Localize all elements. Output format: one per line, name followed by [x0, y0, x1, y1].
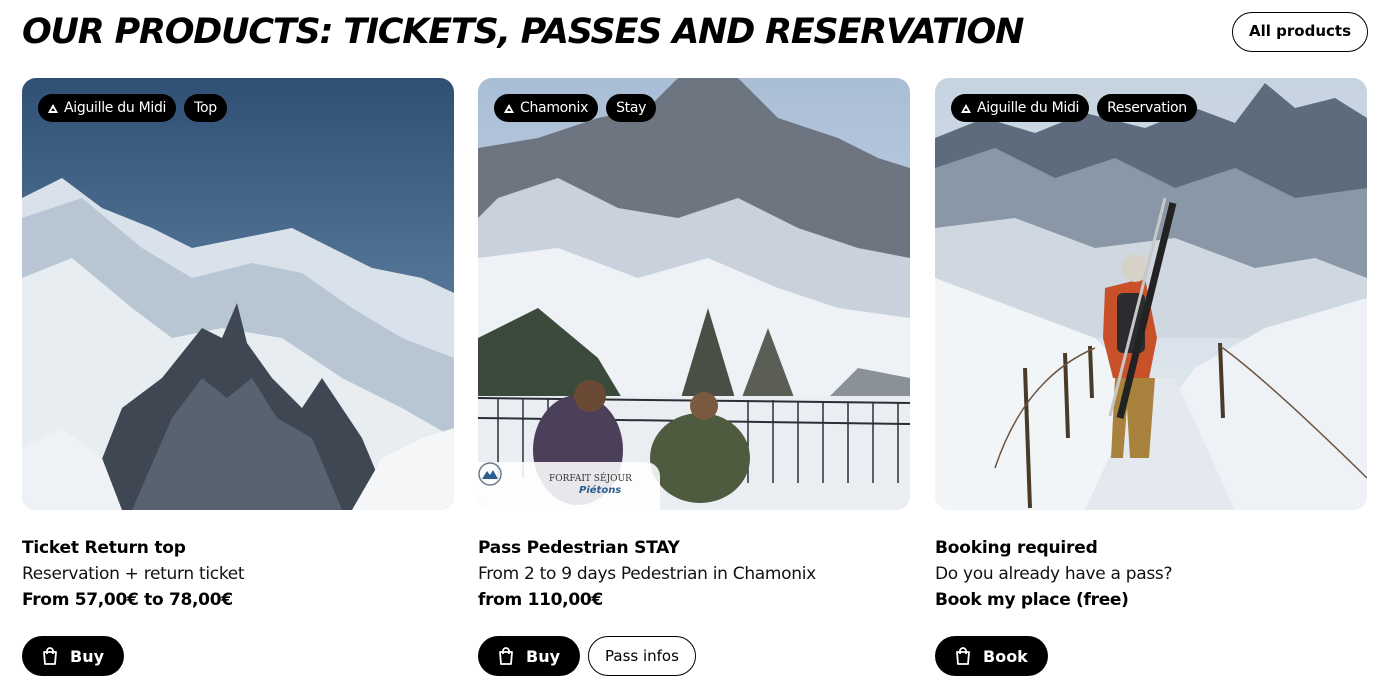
badge-line-2: Piétons — [579, 485, 622, 496]
product-description: From 2 to 9 days Pedestrian in Chamonix — [478, 564, 816, 584]
all-products-button[interactable]: All products — [1232, 12, 1368, 52]
location-tag: Aiguille du Midi — [951, 94, 1090, 122]
mountain-icon — [961, 103, 971, 113]
buy-button-label: Buy — [526, 646, 561, 666]
pass-badge-text: FORFAIT SÉJOUR Piétons — [549, 474, 632, 496]
product-title: Pass Pedestrian STAY — [478, 538, 680, 558]
page-title: OUR PRODUCTS: TICKETS, PASSES AND RESERV… — [22, 12, 1024, 52]
hikers-terrace-photo — [478, 78, 910, 510]
product-image[interactable]: Chamonix Stay FORFAIT SÉJOUR Piétons — [478, 78, 910, 510]
mountain-icon — [504, 103, 514, 113]
location-tag-label: Aiguille du Midi — [64, 100, 167, 116]
card-actions: Buy Pass infos — [478, 636, 910, 676]
product-card[interactable]: Aiguille du Midi Top Ticket Return top R… — [22, 78, 454, 676]
pass-badge: FORFAIT SÉJOUR Piétons — [478, 462, 660, 510]
location-tag: Chamonix — [494, 94, 599, 122]
product-description: Do you already have a pass? — [935, 564, 1173, 584]
card-actions: Book — [935, 636, 1367, 676]
mountain-icon — [48, 103, 58, 113]
tag-list: Chamonix Stay — [494, 94, 657, 122]
card-actions: Buy — [22, 636, 454, 676]
mountain-logo-icon — [478, 462, 502, 486]
tag-list: Aiguille du Midi Top — [38, 94, 227, 122]
product-image[interactable]: Aiguille du Midi Reservation — [935, 78, 1367, 510]
buy-button[interactable]: Buy — [22, 636, 125, 676]
product-title: Ticket Return top — [22, 538, 186, 558]
product-title: Booking required — [935, 538, 1098, 558]
product-price: From 57,00€ to 78,00€ — [22, 590, 233, 610]
product-card[interactable]: Aiguille du Midi Reservation Booking req… — [935, 78, 1367, 676]
product-price: from 110,00€ — [478, 590, 603, 610]
pass-infos-button[interactable]: Pass infos — [588, 636, 696, 676]
category-tag: Top — [184, 94, 227, 122]
page-header: OUR PRODUCTS: TICKETS, PASSES AND RESERV… — [22, 12, 1368, 52]
location-tag: Aiguille du Midi — [38, 94, 177, 122]
product-price: Book my place (free) — [935, 590, 1129, 610]
location-tag-label: Aiguille du Midi — [977, 100, 1080, 116]
shopping-bag-icon — [499, 647, 513, 665]
category-tag-label: Stay — [616, 100, 647, 116]
book-button[interactable]: Book — [935, 636, 1048, 676]
tag-list: Aiguille du Midi Reservation — [951, 94, 1197, 122]
category-tag-label: Reservation — [1107, 100, 1187, 116]
product-card[interactable]: Chamonix Stay FORFAIT SÉJOUR Piétons Pas… — [478, 78, 910, 676]
shopping-bag-icon — [956, 647, 970, 665]
buy-button-label: Buy — [70, 646, 105, 666]
book-button-label: Book — [983, 646, 1028, 666]
product-description: Reservation + return ticket — [22, 564, 245, 584]
product-image[interactable]: Aiguille du Midi Top — [22, 78, 454, 510]
location-tag-label: Chamonix — [520, 100, 589, 116]
shopping-bag-icon — [43, 647, 57, 665]
mountain-peak-photo — [22, 78, 454, 510]
buy-button[interactable]: Buy — [478, 636, 581, 676]
category-tag: Reservation — [1097, 94, 1197, 122]
category-tag-label: Top — [194, 100, 217, 116]
skier-ridge-photo — [935, 78, 1367, 510]
category-tag: Stay — [606, 94, 657, 122]
badge-line-1: FORFAIT SÉJOUR — [549, 474, 632, 484]
